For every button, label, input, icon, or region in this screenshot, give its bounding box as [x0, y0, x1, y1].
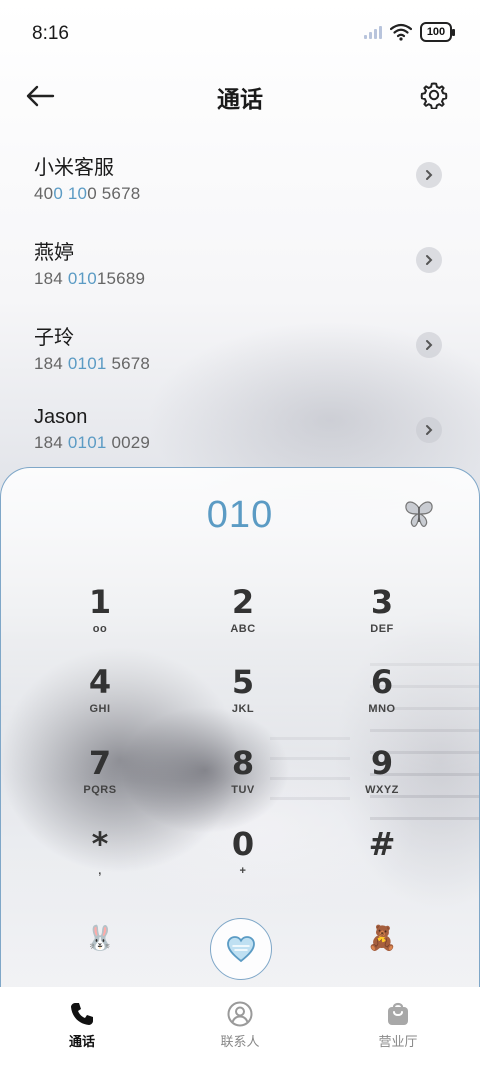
status-bar: 8:16 100 — [0, 0, 480, 68]
contact-detail-button[interactable] — [416, 247, 442, 273]
dial-key-6[interactable]: 6 MNO — [322, 663, 442, 733]
bottom-navigation: 通话 联系人 营业厅 — [0, 987, 480, 1067]
page-title: 通话 — [217, 86, 263, 112]
dial-key-2[interactable]: 2 ABC — [183, 583, 303, 653]
contact-row[interactable]: Jason 184 0101 0029 — [0, 390, 480, 475]
dial-key-7[interactable]: 7 PQRS — [40, 744, 160, 814]
shopping-bag-icon — [388, 1002, 408, 1025]
contact-name: 子玲 — [34, 327, 74, 349]
dial-key-3[interactable]: 3 DEF — [322, 583, 442, 653]
dial-key-star[interactable]: * , — [40, 825, 160, 895]
gear-icon — [420, 82, 448, 109]
contact-detail-button[interactable] — [416, 417, 442, 443]
arrow-left-icon — [26, 85, 55, 107]
dial-key-0[interactable]: 0 + — [183, 825, 303, 895]
contact-detail-button[interactable] — [416, 162, 442, 188]
chevron-right-icon — [426, 425, 433, 435]
chevron-right-icon — [426, 255, 433, 265]
person-icon — [227, 1001, 253, 1027]
rabbit-sticker-button[interactable]: 🐰 — [80, 918, 120, 958]
call-button[interactable] — [210, 918, 272, 980]
contact-list: 小米客服 400 100 5678 燕婷 184 01015689 子玲 184… — [0, 135, 480, 475]
battery-icon: 100 — [420, 22, 455, 42]
contact-number: 184 0101 0029 — [34, 433, 151, 452]
dial-key-8[interactable]: 8 TUV — [183, 744, 303, 814]
bear-sticker-button[interactable]: 🧸 — [362, 918, 402, 958]
tab-calls[interactable]: 通话 — [22, 1001, 142, 1050]
contact-number: 184 01015689 — [34, 269, 146, 288]
tab-service-hall-label: 营业厅 — [378, 1034, 418, 1049]
battery-level: 100 — [426, 26, 446, 38]
dialpad-panel: 010 1 oo 2 ABC 3 DEF 4 GHI 5 JKL 6 MNO 7… — [0, 467, 480, 987]
settings-button[interactable] — [416, 77, 452, 113]
dial-key-1[interactable]: 1 oo — [40, 583, 160, 653]
status-time: 8:16 — [32, 23, 69, 44]
header: 通话 — [0, 70, 480, 120]
contact-name: 小米客服 — [34, 157, 114, 179]
status-icons: 100 — [364, 22, 455, 42]
tab-contacts[interactable]: 联系人 — [180, 1001, 300, 1050]
contact-row[interactable]: 燕婷 184 01015689 — [0, 220, 480, 305]
tab-calls-label: 通话 — [68, 1034, 95, 1049]
contact-detail-button[interactable] — [416, 332, 442, 358]
contact-row[interactable]: 小米客服 400 100 5678 — [0, 135, 480, 220]
chevron-right-icon — [426, 340, 433, 350]
voicemail-icon: oo — [92, 623, 108, 635]
heart-icon — [227, 936, 255, 963]
dial-key-9[interactable]: 9 WXYZ — [322, 744, 442, 814]
tab-service-hall[interactable]: 营业厅 — [338, 1001, 458, 1050]
wifi-icon — [390, 23, 412, 41]
dial-key-5[interactable]: 5 JKL — [183, 663, 303, 733]
dial-key-hash[interactable]: # — [322, 825, 442, 895]
contact-name: 燕婷 — [34, 242, 74, 264]
back-button[interactable] — [22, 78, 58, 114]
butterfly-icon[interactable] — [403, 498, 435, 530]
phone-icon — [71, 1003, 93, 1025]
signal-icon — [364, 25, 382, 39]
contact-number: 400 100 5678 — [34, 184, 141, 203]
dial-key-4[interactable]: 4 GHI — [40, 663, 160, 733]
contact-row[interactable]: 子玲 184 0101 5678 — [0, 305, 480, 390]
chevron-right-icon — [426, 170, 433, 180]
contact-name: Jason — [34, 406, 88, 428]
contact-number: 184 0101 5678 — [34, 354, 151, 373]
tab-contacts-label: 联系人 — [220, 1034, 260, 1049]
